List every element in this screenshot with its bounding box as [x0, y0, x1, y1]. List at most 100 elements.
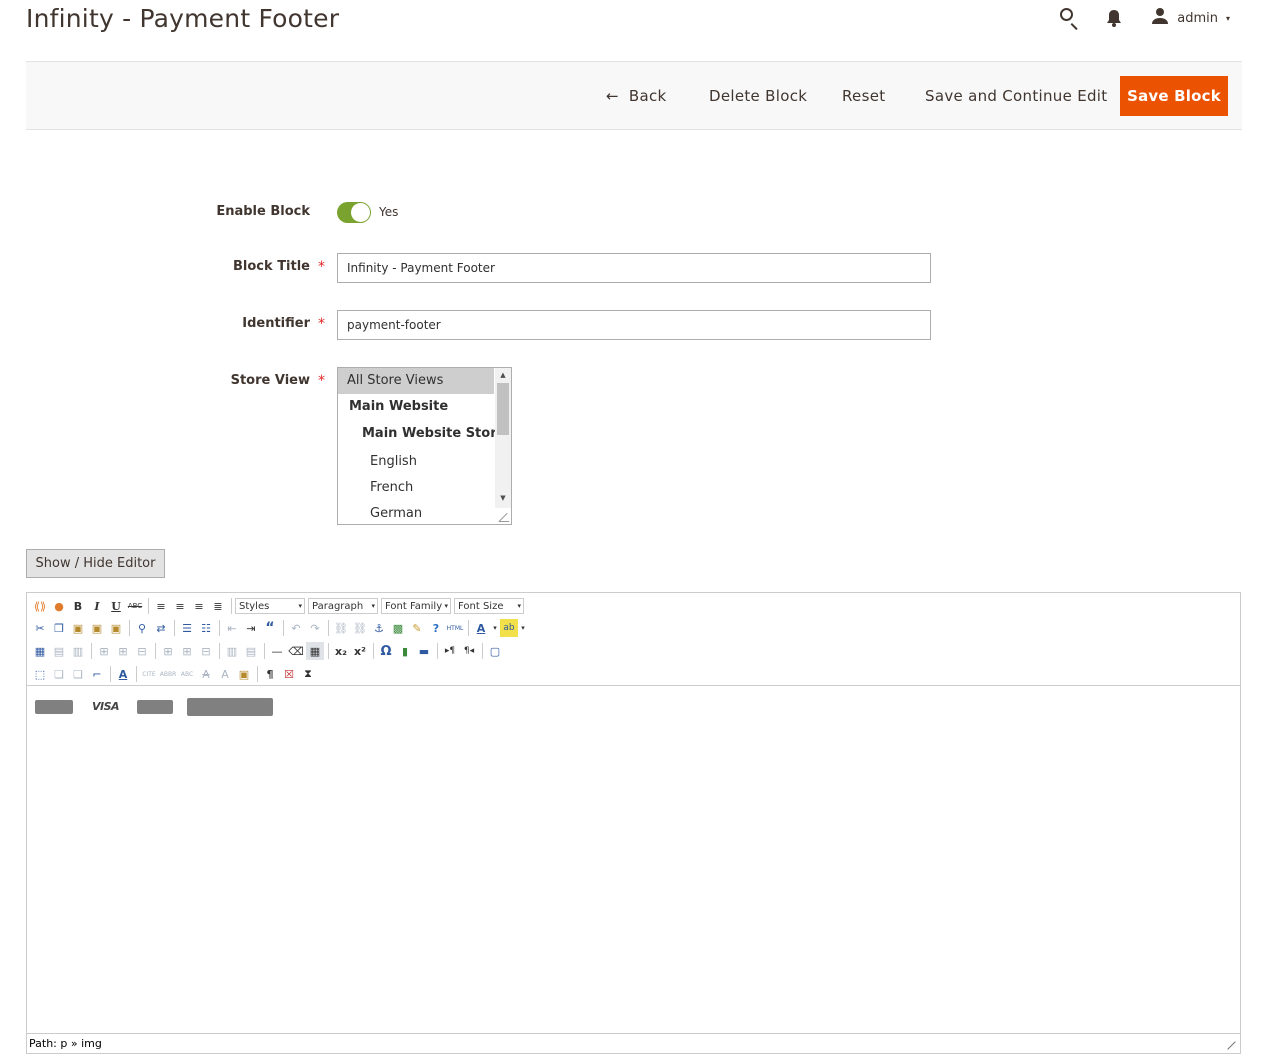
font-family-select[interactable]: Font Family ▾ — [381, 598, 451, 614]
delete-col-icon[interactable]: ⊟ — [197, 642, 215, 660]
subscript-icon[interactable]: x₂ — [332, 642, 350, 660]
outdent-icon[interactable]: ⇤ — [223, 619, 241, 637]
undo-icon[interactable]: ↶ — [287, 619, 305, 637]
move-forward-icon[interactable]: ❏ — [50, 665, 68, 683]
search-icon[interactable] — [1059, 7, 1081, 29]
bullet-list-icon[interactable]: ☰ — [178, 619, 196, 637]
superscript-icon[interactable]: x² — [351, 642, 369, 660]
admin-user-menu[interactable]: admin ▾ — [1151, 7, 1230, 29]
paragraph-format-select[interactable]: Paragraph ▾ — [308, 598, 378, 614]
cell-props-icon[interactable]: ▥ — [69, 642, 87, 660]
copy-icon[interactable]: ❐ — [50, 619, 68, 637]
chevron-down-icon[interactable]: ▾ — [491, 619, 499, 637]
scroll-down-icon[interactable]: ▼ — [498, 494, 508, 502]
fullscreen-icon[interactable]: ▢ — [486, 642, 504, 660]
pilcrow-icon[interactable]: ¶ — [261, 665, 279, 683]
pagebreak-icon[interactable]: ⧗ — [299, 665, 317, 683]
align-left-icon[interactable]: ≡ — [152, 597, 170, 615]
reset-button[interactable]: Reset — [842, 87, 885, 105]
scroll-up-icon[interactable]: ▲ — [498, 371, 508, 379]
scrollbar[interactable]: ▲ ▼ — [495, 368, 511, 508]
delete-block-button[interactable]: Delete Block — [709, 87, 807, 105]
ltr-icon[interactable]: ▸¶ — [441, 642, 459, 660]
absolute-icon[interactable]: ⌐ — [88, 665, 106, 683]
visa-logo-image[interactable]: VISA — [89, 700, 122, 714]
media-icon[interactable]: ▮ — [396, 642, 414, 660]
link-icon[interactable]: ⛓ — [332, 619, 350, 637]
enable-block-toggle[interactable] — [337, 202, 371, 223]
highlight-color-icon[interactable]: ab — [500, 619, 518, 637]
underline-icon[interactable]: U — [107, 597, 125, 615]
strikethrough-icon[interactable]: ABC — [126, 597, 144, 615]
cleanup-icon[interactable]: ✎ — [408, 619, 426, 637]
cut-icon[interactable]: ✂ — [31, 619, 49, 637]
bell-icon[interactable] — [1105, 7, 1127, 29]
split-cells-icon[interactable]: ▥ — [223, 642, 241, 660]
paste-word-icon[interactable]: ▣ — [107, 619, 125, 637]
replace-icon[interactable]: ⇄ — [152, 619, 170, 637]
insert-image-icon[interactable]: ▩ — [389, 619, 407, 637]
special-char-icon[interactable]: Ω — [377, 642, 395, 660]
delete-row-icon[interactable]: ⊟ — [133, 642, 151, 660]
editor-content[interactable]: VISA — [27, 686, 1240, 1034]
rtl-icon[interactable]: ¶◂ — [460, 642, 478, 660]
align-justify-icon[interactable]: ≣ — [209, 597, 227, 615]
abbr-icon[interactable]: ABBR — [159, 665, 177, 683]
insert-row-after-icon[interactable]: ⊞ — [114, 642, 132, 660]
remove-format-icon[interactable]: ⌫ — [287, 642, 305, 660]
acronym-icon[interactable]: ABC — [178, 665, 196, 683]
html-source-icon[interactable]: HTML — [446, 619, 464, 637]
font-color-icon[interactable]: A — [472, 619, 490, 637]
find-icon[interactable]: ⚲ — [133, 619, 151, 637]
visual-aid-icon[interactable]: ▦ — [306, 642, 324, 660]
store-option-all[interactable]: All Store Views — [338, 368, 494, 394]
merge-cells-icon[interactable]: ▤ — [242, 642, 260, 660]
insert-col-after-icon[interactable]: ⊞ — [178, 642, 196, 660]
insert-layer-icon[interactable]: ⬚ — [31, 665, 49, 683]
resize-grip-icon[interactable] — [499, 511, 509, 522]
align-right-icon[interactable]: ≡ — [190, 597, 208, 615]
cite-icon[interactable]: CITE — [140, 665, 158, 683]
save-and-continue-button[interactable]: Save and Continue Edit — [925, 87, 1107, 105]
payment-logo-image[interactable] — [35, 700, 73, 714]
font-size-select[interactable]: Font Size ▾ — [454, 598, 524, 614]
help-icon[interactable]: ? — [427, 619, 445, 637]
block-title-input[interactable]: Infinity - Payment Footer — [337, 253, 931, 283]
row-props-icon[interactable]: ▤ — [50, 642, 68, 660]
chevron-down-icon[interactable]: ▾ — [519, 619, 527, 637]
move-backward-icon[interactable]: ❏ — [69, 665, 87, 683]
insert-row-before-icon[interactable]: ⊞ — [95, 642, 113, 660]
styles-select[interactable]: Styles ▾ — [235, 598, 305, 614]
italic-icon[interactable]: I — [88, 597, 106, 615]
nonbreaking-icon[interactable]: ☒ — [280, 665, 298, 683]
attributes-icon[interactable]: ▣ — [235, 665, 253, 683]
edit-table-icon[interactable]: ▦ — [31, 642, 49, 660]
redo-icon[interactable]: ↷ — [306, 619, 324, 637]
numbered-list-icon[interactable]: ☷ — [197, 619, 215, 637]
back-button[interactable]: ← Back — [606, 87, 667, 105]
horizontal-rule-icon[interactable]: — — [268, 642, 286, 660]
scroll-thumb[interactable] — [497, 383, 509, 435]
bold-icon[interactable]: B — [69, 597, 87, 615]
unlink-icon[interactable]: ⛓ — [351, 619, 369, 637]
payment-logo-image[interactable] — [187, 698, 273, 716]
store-option-german[interactable]: German — [338, 501, 494, 524]
magento-widget-icon[interactable]: ⟪⟫ — [31, 597, 49, 615]
save-block-button[interactable]: Save Block — [1120, 76, 1228, 116]
delete-text-icon[interactable]: A — [197, 665, 215, 683]
advanced-hr-icon[interactable]: ▬ — [415, 642, 433, 660]
editor-resize-icon[interactable] — [1228, 1041, 1237, 1050]
identifier-input[interactable]: payment-footer — [337, 310, 931, 340]
insert-text-icon[interactable]: A — [216, 665, 234, 683]
paste-icon[interactable]: ▣ — [69, 619, 87, 637]
insert-col-before-icon[interactable]: ⊞ — [159, 642, 177, 660]
style-props-icon[interactable]: A — [114, 665, 132, 683]
paste-text-icon[interactable]: ▣ — [88, 619, 106, 637]
store-option-english[interactable]: English — [338, 449, 494, 475]
insert-variable-icon[interactable]: ● — [50, 597, 68, 615]
store-option-french[interactable]: French — [338, 475, 494, 501]
align-center-icon[interactable]: ≡ — [171, 597, 189, 615]
show-hide-editor-button[interactable]: Show / Hide Editor — [26, 549, 165, 578]
payment-logo-image[interactable] — [137, 700, 173, 714]
indent-icon[interactable]: ⇥ — [242, 619, 260, 637]
